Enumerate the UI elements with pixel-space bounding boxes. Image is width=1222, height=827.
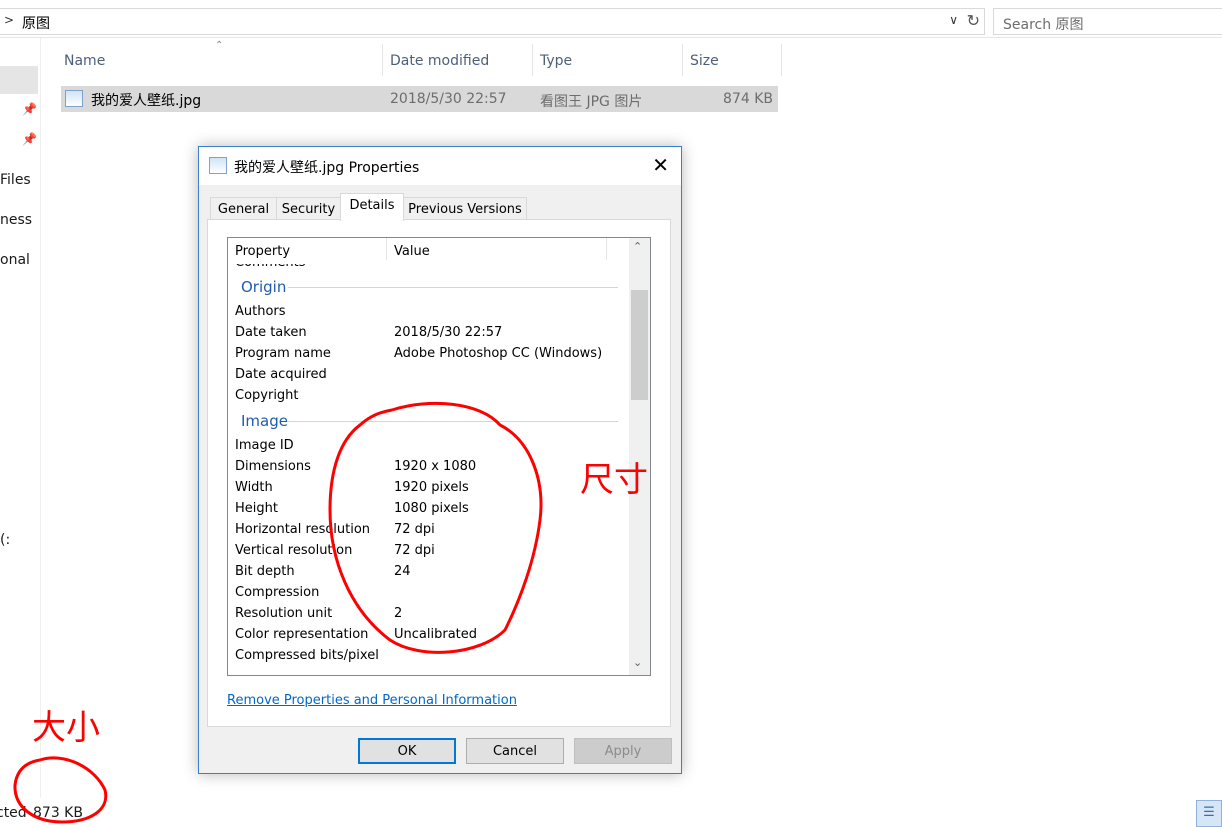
ok-button[interactable]: OK: [358, 738, 456, 764]
close-icon[interactable]: ✕: [652, 153, 669, 177]
chevron-right-icon[interactable]: >: [4, 13, 14, 27]
property-value[interactable]: Uncalibrated: [394, 627, 477, 642]
breadcrumb-current[interactable]: 原图: [22, 13, 50, 33]
column-divider[interactable]: [781, 44, 782, 76]
property-value[interactable]: 1080 pixels: [394, 501, 469, 516]
scroll-down-icon[interactable]: ⌄: [633, 656, 642, 669]
pin-icon[interactable]: 📌: [22, 132, 37, 146]
image-file-icon: [209, 157, 227, 174]
status-selected-size: 873 KB: [33, 805, 83, 821]
remove-properties-link[interactable]: Remove Properties and Personal Informati…: [227, 693, 517, 708]
details-view-button[interactable]: ☰: [1196, 800, 1222, 827]
sort-ascending-icon: ⌃: [215, 40, 224, 51]
file-name: 我的爱人壁纸.jpg: [91, 93, 202, 109]
details-view-icon: ☰: [1203, 805, 1215, 820]
file-row[interactable]: 我的爱人壁纸.jpg 2018/5/30 22:57 看图王 JPG 图片 87…: [61, 86, 778, 112]
property-name: Width: [235, 480, 273, 495]
column-divider[interactable]: [386, 238, 387, 260]
file-size: 874 KB: [723, 91, 773, 107]
apply-button[interactable]: Apply: [574, 738, 672, 764]
group-divider: [288, 421, 618, 422]
property-value[interactable]: 1920 x 1080: [394, 459, 476, 474]
file-type: 看图王 JPG 图片: [540, 94, 643, 110]
pin-icon[interactable]: 📌: [22, 102, 37, 116]
column-divider[interactable]: [532, 44, 533, 76]
nav-selected-item[interactable]: [0, 66, 38, 94]
property-value[interactable]: 72 dpi: [394, 522, 435, 537]
column-header-name[interactable]: Name: [64, 42, 105, 78]
search-input[interactable]: Search 原图: [993, 8, 1222, 35]
dialog-title: 我的爱人壁纸.jpg Properties: [234, 160, 420, 176]
annotation-label-dimensions: 尺寸: [580, 460, 648, 500]
list-header: Property Value: [228, 238, 629, 264]
column-header-value[interactable]: Value: [394, 244, 430, 259]
group-divider: [288, 287, 618, 288]
property-name: Date acquired: [235, 367, 327, 382]
property-name: Copyright: [235, 388, 299, 403]
property-name: Horizontal resolution: [235, 522, 371, 537]
property-name: Compression: [235, 585, 320, 600]
property-name: Program name: [235, 346, 331, 361]
property-name: Resolution unit: [235, 606, 333, 621]
image-file-icon: [65, 90, 83, 107]
dialog-title-bar[interactable]: 我的爱人壁纸.jpg Properties ✕: [199, 147, 681, 185]
property-value[interactable]: 2: [394, 606, 402, 621]
status-selected-text: cted: [0, 805, 27, 821]
property-name: Date taken: [235, 325, 307, 340]
property-name: Height: [235, 501, 278, 516]
tab-general[interactable]: General: [210, 197, 277, 220]
address-bar[interactable]: > 原图 ∨ ↻: [0, 8, 985, 35]
column-divider[interactable]: [606, 238, 607, 260]
property-name: Bit depth: [235, 564, 295, 579]
property-value[interactable]: 2018/5/30 22:57: [394, 325, 502, 340]
tab-previous-versions[interactable]: Previous Versions: [403, 197, 527, 220]
tab-details[interactable]: Details: [340, 193, 404, 221]
property-name: Color representation: [235, 627, 369, 642]
scrollbar-thumb[interactable]: [631, 290, 648, 400]
property-value[interactable]: 24: [394, 564, 411, 579]
nav-item-label[interactable]: :): [0, 532, 40, 548]
column-header-size[interactable]: Size: [690, 42, 719, 78]
column-header-property[interactable]: Property: [235, 244, 290, 259]
group-heading-image: Image: [241, 412, 288, 430]
tab-security[interactable]: Security: [276, 197, 341, 220]
property-value[interactable]: Adobe Photoshop CC (Windows): [394, 346, 602, 361]
property-name: Authors: [235, 304, 286, 319]
column-divider[interactable]: [682, 44, 683, 76]
group-heading-origin: Origin: [241, 278, 287, 296]
scroll-up-icon[interactable]: ⌃: [633, 240, 642, 253]
chevron-down-icon[interactable]: ∨: [949, 13, 958, 27]
property-value[interactable]: 1920 pixels: [394, 480, 469, 495]
status-bar: cted 873 KB ☰: [0, 800, 1222, 827]
file-date: 2018/5/30 22:57: [390, 91, 507, 107]
refresh-icon[interactable]: ↻: [967, 11, 980, 30]
annotation-label-size: 大小: [32, 708, 100, 748]
column-header-date[interactable]: Date modified: [390, 42, 489, 78]
property-value[interactable]: 72 dpi: [394, 543, 435, 558]
nav-item-label[interactable]: onal: [0, 252, 40, 268]
column-divider[interactable]: [382, 44, 383, 76]
property-name: Dimensions: [235, 459, 311, 474]
property-name: Vertical resolution: [235, 543, 353, 558]
property-name: Compressed bits/pixel: [235, 648, 379, 663]
explorer-toolbar: > 原图 ∨ ↻ Search 原图: [0, 0, 1222, 38]
nav-item-label[interactable]: ness: [0, 212, 40, 228]
column-header-type[interactable]: Type: [540, 42, 572, 78]
nav-item-label[interactable]: Files: [0, 172, 40, 188]
property-name: Image ID: [235, 438, 294, 453]
cancel-button[interactable]: Cancel: [466, 738, 564, 764]
navigation-pane: 📌 📌 Files ness onal :): [0, 38, 41, 798]
